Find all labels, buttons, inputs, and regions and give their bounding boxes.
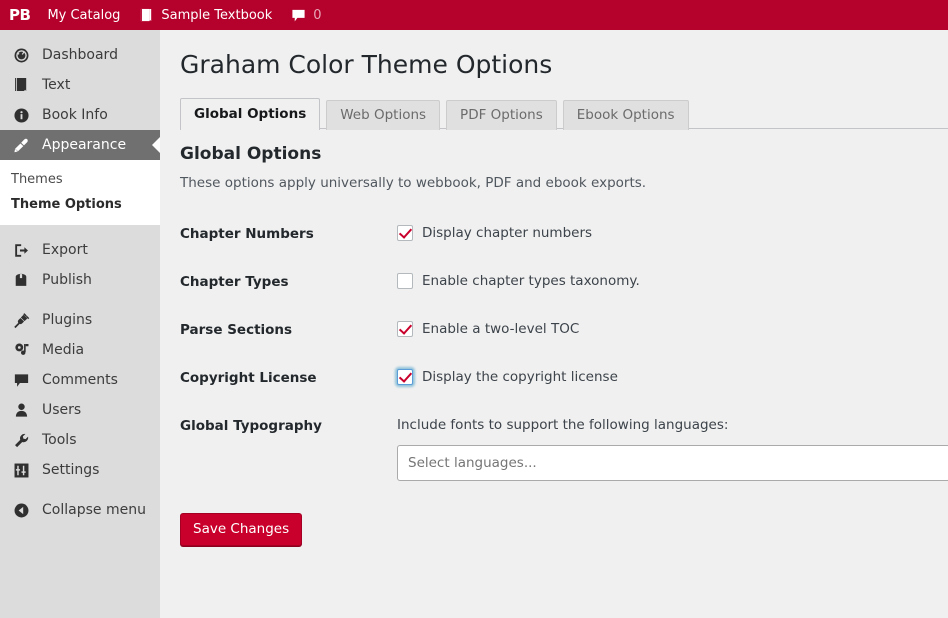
checkbox-row-copyright-license: Display the copyright license: [397, 369, 930, 387]
checkbox-enable-two-level-toc[interactable]: [397, 321, 413, 338]
export-icon: [11, 240, 31, 260]
tab-ebook-options[interactable]: Ebook Options: [562, 99, 689, 130]
comment-icon: [11, 370, 31, 390]
sidebar-subitem-themes[interactable]: Themes: [0, 167, 160, 192]
sliders-icon: [11, 460, 31, 480]
global-options-form: Chapter Numbers Display chapter numbers …: [180, 210, 948, 496]
sidebar-subitem-theme-options[interactable]: Theme Options: [0, 192, 160, 217]
form-row-global-typography: Global Typography Include fonts to suppo…: [180, 402, 948, 496]
sidebar-item-comments[interactable]: Comments: [0, 365, 160, 395]
wrench-icon: [11, 430, 31, 450]
sidebar-item-users[interactable]: Users: [0, 395, 160, 425]
checkbox-row-parse-sections: Enable a two-level TOC: [397, 321, 930, 339]
sidebar-group-collapse: Collapse menu: [0, 485, 160, 525]
checkbox-display-chapter-numbers[interactable]: [397, 225, 413, 242]
sidebar-label-comments: Comments: [42, 372, 118, 388]
form-row-parse-sections: Parse Sections Enable a two-level TOC: [180, 306, 940, 354]
field-label-chapter-numbers: Chapter Numbers: [180, 225, 314, 242]
brush-icon: [11, 135, 31, 155]
sidebar-label-tools: Tools: [42, 432, 77, 448]
tab-pdf-options[interactable]: PDF Options: [446, 99, 557, 130]
form-row-chapter-types: Chapter Types Enable chapter types taxon…: [180, 258, 940, 306]
adminbar-sample-textbook-label: Sample Textbook: [161, 7, 273, 23]
tab-global-options[interactable]: Global Options: [180, 97, 321, 130]
sidebar-label-publish: Publish: [42, 272, 92, 288]
sidebar-group-system: Plugins Media Comments Users Tools Setti…: [0, 295, 160, 485]
adminbar-my-catalog-label: My Catalog: [47, 7, 121, 23]
field-label-global-typography: Global Typography: [180, 417, 322, 434]
sidebar-item-media[interactable]: Media: [0, 335, 160, 365]
language-select-input[interactable]: Select languages...: [397, 444, 948, 481]
user-icon: [11, 400, 31, 420]
checkbox-enable-chapter-types[interactable]: [397, 273, 413, 290]
field-label-parse-sections: Parse Sections: [180, 321, 293, 338]
checkbox-label-display-chapter-numbers[interactable]: Display chapter numbers: [422, 225, 592, 243]
theme-options-tabs: Global Options Web Options PDF Options E…: [180, 97, 948, 130]
checkbox-row-chapter-numbers: Display chapter numbers: [397, 225, 930, 243]
sidebar-item-export[interactable]: Export: [0, 235, 160, 265]
form-row-chapter-numbers: Chapter Numbers Display chapter numbers: [180, 210, 940, 258]
sidebar-label-settings: Settings: [42, 462, 100, 478]
form-row-copyright-license: Copyright License Display the copyright …: [180, 354, 940, 402]
sidebar-label-plugins: Plugins: [42, 312, 93, 328]
sidebar-item-collapse-menu[interactable]: Collapse menu: [0, 495, 160, 525]
sidebar-item-dashboard[interactable]: Dashboard: [0, 40, 160, 70]
checkbox-label-enable-chapter-types[interactable]: Enable chapter types taxonomy.: [422, 273, 640, 291]
typography-description: Include fonts to support the following l…: [397, 416, 729, 433]
media-icon: [11, 340, 31, 360]
sidebar-label-collapse-menu: Collapse menu: [42, 502, 146, 518]
sidebar-label-export: Export: [42, 242, 88, 258]
tab-web-options[interactable]: Web Options: [326, 99, 441, 130]
sidebar-label-appearance: Appearance: [42, 137, 127, 153]
field-label-copyright-license: Copyright License: [180, 369, 317, 386]
sidebar-group-publishing: Export Publish: [0, 225, 160, 295]
sidebar-item-publish[interactable]: Publish: [0, 265, 160, 295]
sidebar-label-media: Media: [42, 342, 85, 358]
comment-count: 0: [313, 7, 322, 23]
sidebar-item-tools[interactable]: Tools: [0, 425, 160, 455]
checkbox-row-chapter-types: Enable chapter types taxonomy.: [397, 273, 930, 291]
adminbar-item-sample-textbook[interactable]: Sample Textbook: [129, 0, 281, 30]
sidebar-item-plugins[interactable]: Plugins: [0, 305, 160, 335]
sidebar-item-book-info[interactable]: Book Info: [0, 100, 160, 130]
checkbox-label-display-copyright-license[interactable]: Display the copyright license: [422, 369, 618, 387]
info-icon: [11, 105, 31, 125]
field-label-chapter-types: Chapter Types: [180, 273, 289, 290]
plug-icon: [11, 310, 31, 330]
sidebar-submenu-appearance: Themes Theme Options: [0, 160, 160, 225]
sidebar-group-primary: Dashboard Text Book Info Appearance Them…: [0, 30, 160, 225]
section-description: These options apply universally to webbo…: [180, 174, 647, 191]
submit-row: Save Changes: [160, 496, 948, 546]
sidebar-item-text[interactable]: Text: [0, 70, 160, 100]
checkbox-label-enable-two-level-toc[interactable]: Enable a two-level TOC: [422, 321, 579, 339]
adminbar-item-comments[interactable]: 0: [281, 0, 330, 30]
book-icon: [11, 75, 31, 95]
page-title: Graham Color Theme Options: [180, 50, 553, 79]
sidebar-label-dashboard: Dashboard: [42, 47, 118, 63]
checkbox-display-copyright-license[interactable]: [397, 369, 413, 386]
save-changes-button[interactable]: Save Changes: [180, 512, 303, 546]
publish-icon: [11, 270, 31, 290]
section-title: Global Options: [180, 143, 322, 164]
comment-icon: [290, 7, 306, 23]
admin-sidebar: Dashboard Text Book Info Appearance Them…: [0, 30, 160, 618]
book-icon: [138, 7, 154, 23]
sidebar-item-appearance[interactable]: Appearance: [0, 130, 160, 160]
admin-bar: PB My Catalog Sample Textbook 0: [0, 0, 948, 30]
sidebar-label-book-info: Book Info: [42, 107, 108, 123]
sidebar-label-users: Users: [42, 402, 82, 418]
sidebar-label-text: Text: [42, 77, 71, 93]
pressbooks-logo-label: PB: [9, 6, 31, 24]
adminbar-item-my-catalog[interactable]: My Catalog: [38, 0, 129, 30]
main-content: Graham Color Theme Options Global Option…: [160, 30, 948, 618]
dashboard-icon: [11, 45, 31, 65]
pressbooks-logo[interactable]: PB: [0, 0, 38, 30]
sidebar-item-settings[interactable]: Settings: [0, 455, 160, 485]
collapse-arrow-icon: [11, 500, 31, 520]
